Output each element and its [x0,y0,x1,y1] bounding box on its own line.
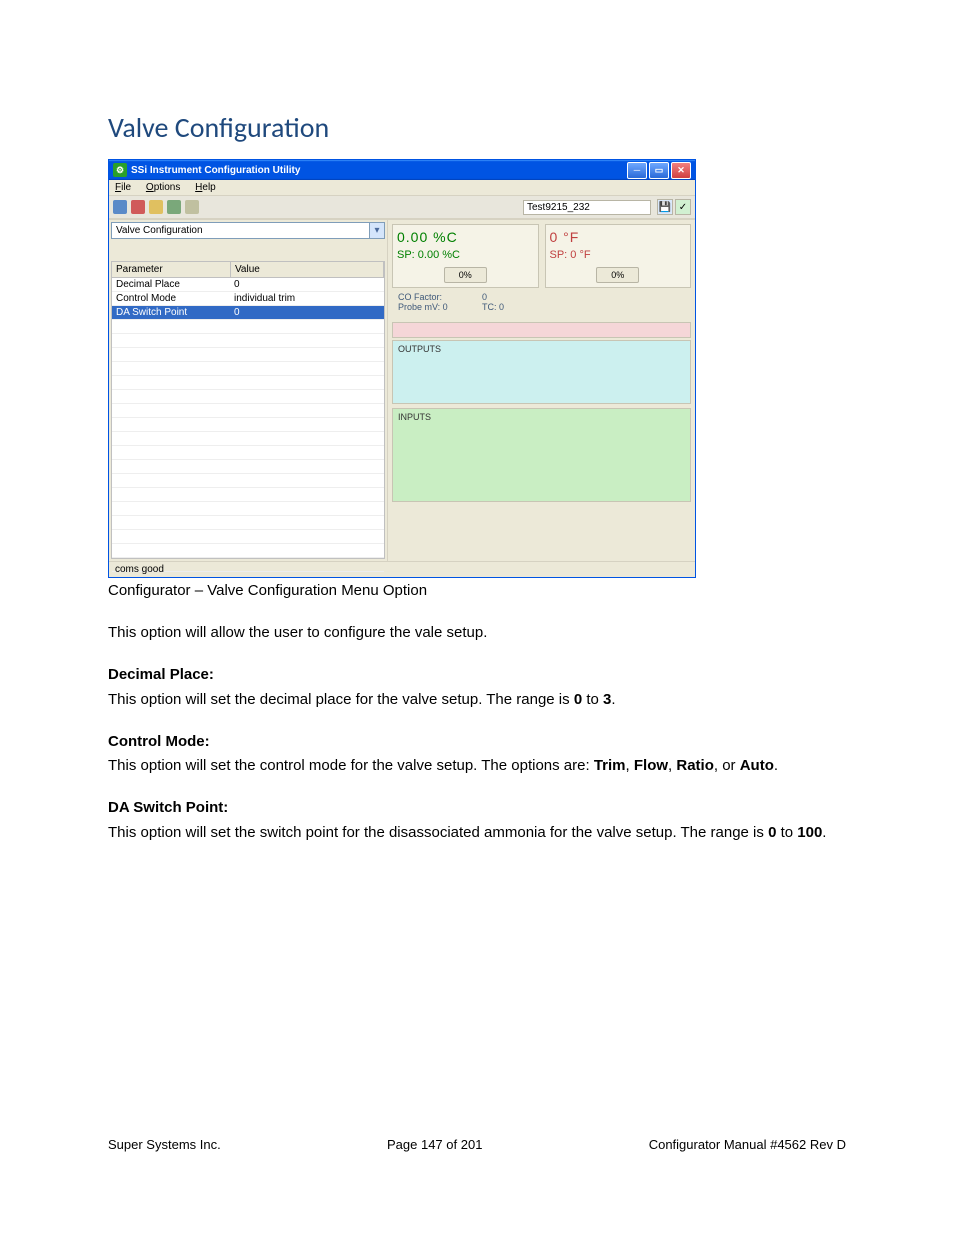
info-block: CO Factor:0 Probe mV: 0TC: 0 [398,292,691,312]
section-heading: Control Mode: [108,733,210,750]
close-button[interactable]: ✕ [671,162,691,179]
btn-c-pct[interactable]: 0% [444,267,487,283]
parameter-table: Parameter Value Decimal Place 0 Control … [111,261,385,559]
toolbar-refresh-icon[interactable]: ✓ [675,199,691,215]
display-f: 0 °F SP: 0 °F 0% [545,224,692,288]
status-text: coms good [115,564,164,575]
col-parameter: Parameter [112,262,231,277]
value-c: 0.00 %C [397,229,534,245]
app-window: ⚙ SSi Instrument Configuration Utility ─… [108,159,696,578]
chevron-down-icon[interactable]: ▾ [369,223,384,238]
toolbar-icon-5[interactable] [185,200,199,214]
inputs-label: INPUTS [398,412,431,422]
value-f: 0 °F [550,229,687,245]
window-title: SSi Instrument Configuration Utility [131,165,300,176]
setpoint-c: SP: 0.00 %C [397,249,534,261]
minimize-button[interactable]: ─ [627,162,647,179]
menu-help[interactable]: Help [195,182,216,193]
toolbar-icon-3[interactable] [149,200,163,214]
table-row[interactable]: Decimal Place 0 [112,278,384,292]
titlebar: ⚙ SSi Instrument Configuration Utility ─… [109,160,695,180]
col-value: Value [231,262,384,277]
right-pane: 0.00 %C SP: 0.00 %C 0% 0 °F SP: 0 °F 0% … [387,220,695,561]
menubar: File Options Help [109,180,695,195]
menu-file[interactable]: File [115,182,131,193]
outputs-label: OUTPUTS [398,344,441,354]
config-select-value: Valve Configuration [112,223,369,238]
alarm-bar [392,322,691,338]
connection-label: Test9215_232 [523,200,651,215]
section-heading: Decimal Place: [108,666,214,683]
left-pane: Valve Configuration ▾ Parameter Value De… [109,220,387,561]
toolbar-icon-1[interactable] [113,200,127,214]
setpoint-f: SP: 0 °F [550,249,687,261]
section-body: This option will set the control mode fo… [108,756,846,776]
footer-left: Super Systems Inc. [108,1137,221,1152]
btn-f-pct[interactable]: 0% [596,267,639,283]
menu-options[interactable]: Options [146,182,180,193]
table-row[interactable]: Control Mode individual trim [112,292,384,306]
config-select[interactable]: Valve Configuration ▾ [111,222,385,239]
maximize-button[interactable]: ▭ [649,162,669,179]
inputs-panel: INPUTS [392,408,691,502]
body-text: This option will allow the user to confi… [108,623,846,843]
footer-right: Configurator Manual #4562 Rev D [649,1137,846,1152]
display-c: 0.00 %C SP: 0.00 %C 0% [392,224,539,288]
outputs-panel: OUTPUTS [392,340,691,404]
intro-text: This option will allow the user to confi… [108,623,846,643]
section-body: This option will set the decimal place f… [108,690,846,710]
app-icon: ⚙ [113,163,127,177]
section-heading: DA Switch Point: [108,799,228,816]
toolbar: Test9215_232 💾 ✓ [109,195,695,219]
toolbar-icon-2[interactable] [131,200,145,214]
figure-caption: Configurator – Valve Configuration Menu … [108,582,846,599]
toolbar-save-icon[interactable]: 💾 [657,199,673,215]
toolbar-icon-4[interactable] [167,200,181,214]
section-body: This option will set the switch point fo… [108,823,846,843]
page-footer: Super Systems Inc. Page 147 of 201 Confi… [108,1137,846,1152]
page-title: Valve Configuration [108,110,846,145]
footer-center: Page 147 of 201 [387,1137,482,1152]
table-row-selected[interactable]: DA Switch Point 0 [112,306,384,320]
